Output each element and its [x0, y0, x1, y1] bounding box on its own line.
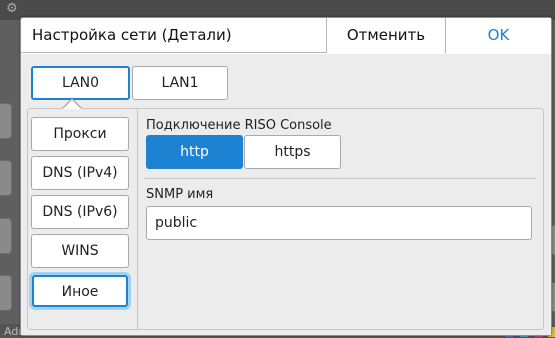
tab-pointer: [63, 100, 81, 109]
sidebar-item-proxy[interactable]: Прокси: [31, 117, 129, 151]
section-divider: [144, 178, 536, 179]
panel-divider-vertical: [137, 109, 138, 329]
sidebar-item-wins[interactable]: WINS: [31, 234, 129, 268]
http-option-button[interactable]: http: [146, 135, 243, 169]
sidebar-item-other[interactable]: Иное: [32, 275, 128, 307]
https-option-button[interactable]: https: [244, 135, 341, 169]
content-panel: Прокси DNS (IPv4) DNS (IPv6) WINS Иное П…: [27, 98, 544, 330]
tab-lan1[interactable]: LAN1: [132, 66, 228, 100]
background-left-tab: [0, 275, 12, 311]
riso-console-label: Подключение RISO Console: [146, 118, 332, 133]
background-left-tab: [0, 103, 12, 139]
network-settings-dialog: Настройка сети (Детали) Отменить OK LAN0…: [20, 17, 552, 336]
ok-button[interactable]: OK: [445, 18, 551, 53]
gear-icon: ⚙: [6, 1, 18, 16]
sidebar-item-dns-ipv6[interactable]: DNS (IPv6): [31, 195, 129, 229]
dialog-header: Настройка сети (Детали) Отменить OK: [21, 18, 551, 53]
dialog-title: Настройка сети (Детали): [32, 26, 232, 44]
dialog-body: LAN0 LAN1 Прокси DNS (IPv4) DNS (IPv6) W…: [21, 54, 551, 335]
snmp-name-input[interactable]: public: [146, 206, 532, 240]
background-left-tab: [0, 160, 12, 196]
background-left-tab: [0, 218, 12, 254]
sidebar-item-dns-ipv4[interactable]: DNS (IPv4): [31, 156, 129, 190]
cancel-button[interactable]: Отменить: [326, 18, 445, 53]
tab-lan0[interactable]: LAN0: [31, 66, 130, 100]
snmp-name-label: SNMP имя: [146, 187, 214, 202]
